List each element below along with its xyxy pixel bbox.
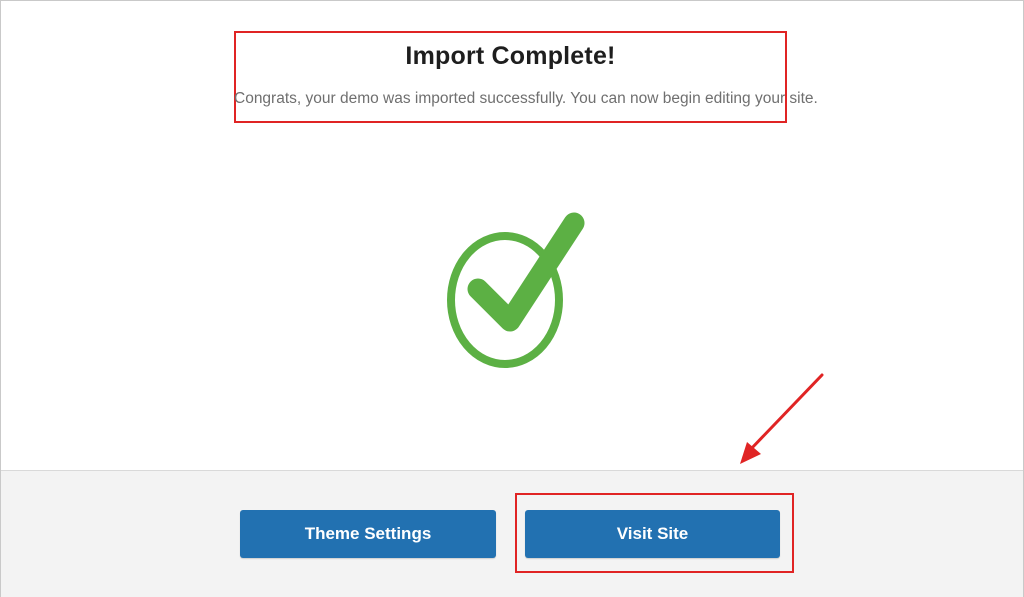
theme-settings-button[interactable]: Theme Settings bbox=[240, 510, 496, 558]
dialog-message: Congrats, your demo was imported success… bbox=[234, 90, 818, 107]
visit-site-highlight-box bbox=[515, 493, 794, 573]
dialog-footer bbox=[1, 470, 1023, 597]
success-check-icon bbox=[447, 212, 585, 368]
red-annotation-arrow bbox=[740, 373, 824, 464]
dialog-title: Import Complete! bbox=[405, 42, 616, 70]
